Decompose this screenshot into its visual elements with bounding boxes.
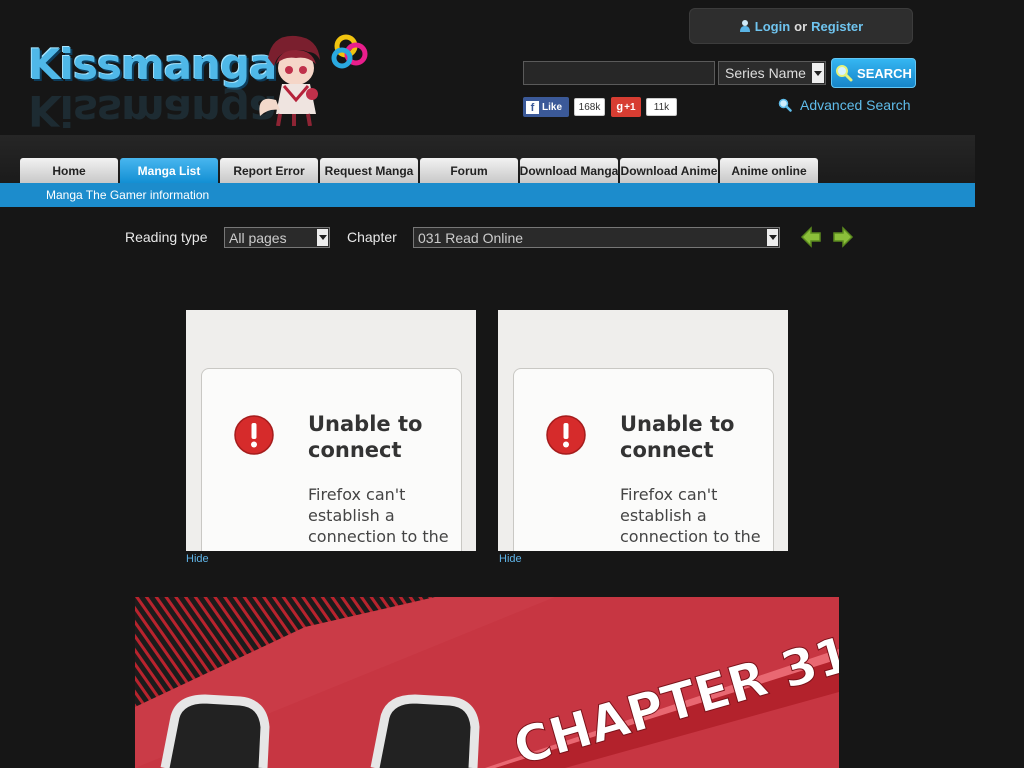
chapter-label: Chapter	[347, 229, 397, 245]
search-type-value: Series Name	[725, 65, 806, 81]
main-nav: Home Manga List Report Error Request Man…	[20, 158, 818, 183]
google-plus-count: 11k	[646, 98, 677, 116]
subnav-link[interactable]: Manga The Gamer information	[46, 188, 209, 202]
google-plus-icon: g	[616, 101, 624, 113]
error-alert-icon	[546, 415, 586, 455]
previous-chapter-arrow-icon[interactable]	[800, 226, 822, 248]
ad-frame-left: Unable to connect Firefox can't establis…	[186, 310, 476, 551]
next-chapter-arrow-icon[interactable]	[832, 226, 854, 248]
search-button[interactable]: SEARCH	[831, 58, 916, 88]
reading-type-select[interactable]: All pages	[224, 227, 330, 248]
search-type-select[interactable]: Series Name	[718, 61, 826, 85]
login-register-box: Login or Register	[689, 8, 913, 44]
tab-home[interactable]: Home	[20, 158, 118, 183]
user-icon	[739, 20, 750, 32]
register-link[interactable]: Register	[811, 19, 863, 34]
tab-request-manga[interactable]: Request Manga	[320, 158, 418, 183]
error-alert-icon	[234, 415, 274, 455]
reading-type-label: Reading type	[125, 229, 208, 245]
tab-download-manga[interactable]: Download Manga	[520, 158, 618, 183]
facebook-icon: f	[526, 100, 539, 114]
magnifier-icon	[778, 98, 792, 112]
hide-ad-link[interactable]: Hide	[186, 553, 209, 565]
advanced-search-link[interactable]: Advanced Search	[778, 96, 911, 114]
tab-forum[interactable]: Forum	[420, 158, 518, 183]
search-icon	[836, 65, 853, 82]
logo-text: Kissmanga	[28, 40, 277, 89]
error-card: Unable to connect Firefox can't establis…	[513, 368, 774, 551]
error-body: Firefox can't establish a connection to …	[308, 485, 449, 546]
login-or-text: or	[794, 18, 808, 34]
tab-download-anime[interactable]: Download Anime	[620, 158, 718, 183]
facebook-like-label: Like	[542, 101, 563, 113]
tab-manga-list[interactable]: Manga List	[120, 158, 218, 183]
google-plus-label: +1	[624, 101, 636, 113]
hide-ad-link[interactable]: Hide	[499, 553, 522, 565]
chapter-select[interactable]: 031 Read Online	[413, 227, 780, 248]
reading-type-value: All pages	[229, 229, 287, 246]
tab-anime-online[interactable]: Anime online	[720, 158, 818, 183]
logo-mascot-image	[259, 34, 368, 126]
login-link[interactable]: Login	[755, 19, 790, 34]
chevron-down-icon[interactable]	[317, 229, 328, 246]
search-button-label: SEARCH	[857, 65, 912, 81]
chapter-cover-art: CHAPTER 31	[135, 597, 839, 768]
logo-reflection: Kissmanga	[28, 86, 277, 135]
error-card: Unable to connect Firefox can't establis…	[201, 368, 462, 551]
google-plus-button[interactable]: g +1	[611, 97, 641, 117]
advanced-search-label: Advanced Search	[800, 97, 911, 113]
ad-frame-right: Unable to connect Firefox can't establis…	[498, 310, 788, 551]
facebook-like-count: 168k	[574, 98, 605, 116]
tab-report-error[interactable]: Report Error	[220, 158, 318, 183]
facebook-like-button[interactable]: f Like	[523, 97, 569, 117]
site-logo[interactable]: Kissmanga Kissmanga	[28, 30, 368, 135]
chevron-down-icon[interactable]	[767, 229, 778, 246]
chapter-value: 031 Read Online	[418, 229, 524, 246]
manga-page-image: CHAPTER 31	[135, 597, 839, 768]
error-body: Firefox can't establish a connection to …	[620, 485, 761, 546]
search-input[interactable]	[523, 61, 715, 85]
chevron-down-icon[interactable]	[812, 63, 824, 83]
error-title: Unable to connect	[308, 412, 423, 462]
error-title: Unable to connect	[620, 412, 735, 462]
